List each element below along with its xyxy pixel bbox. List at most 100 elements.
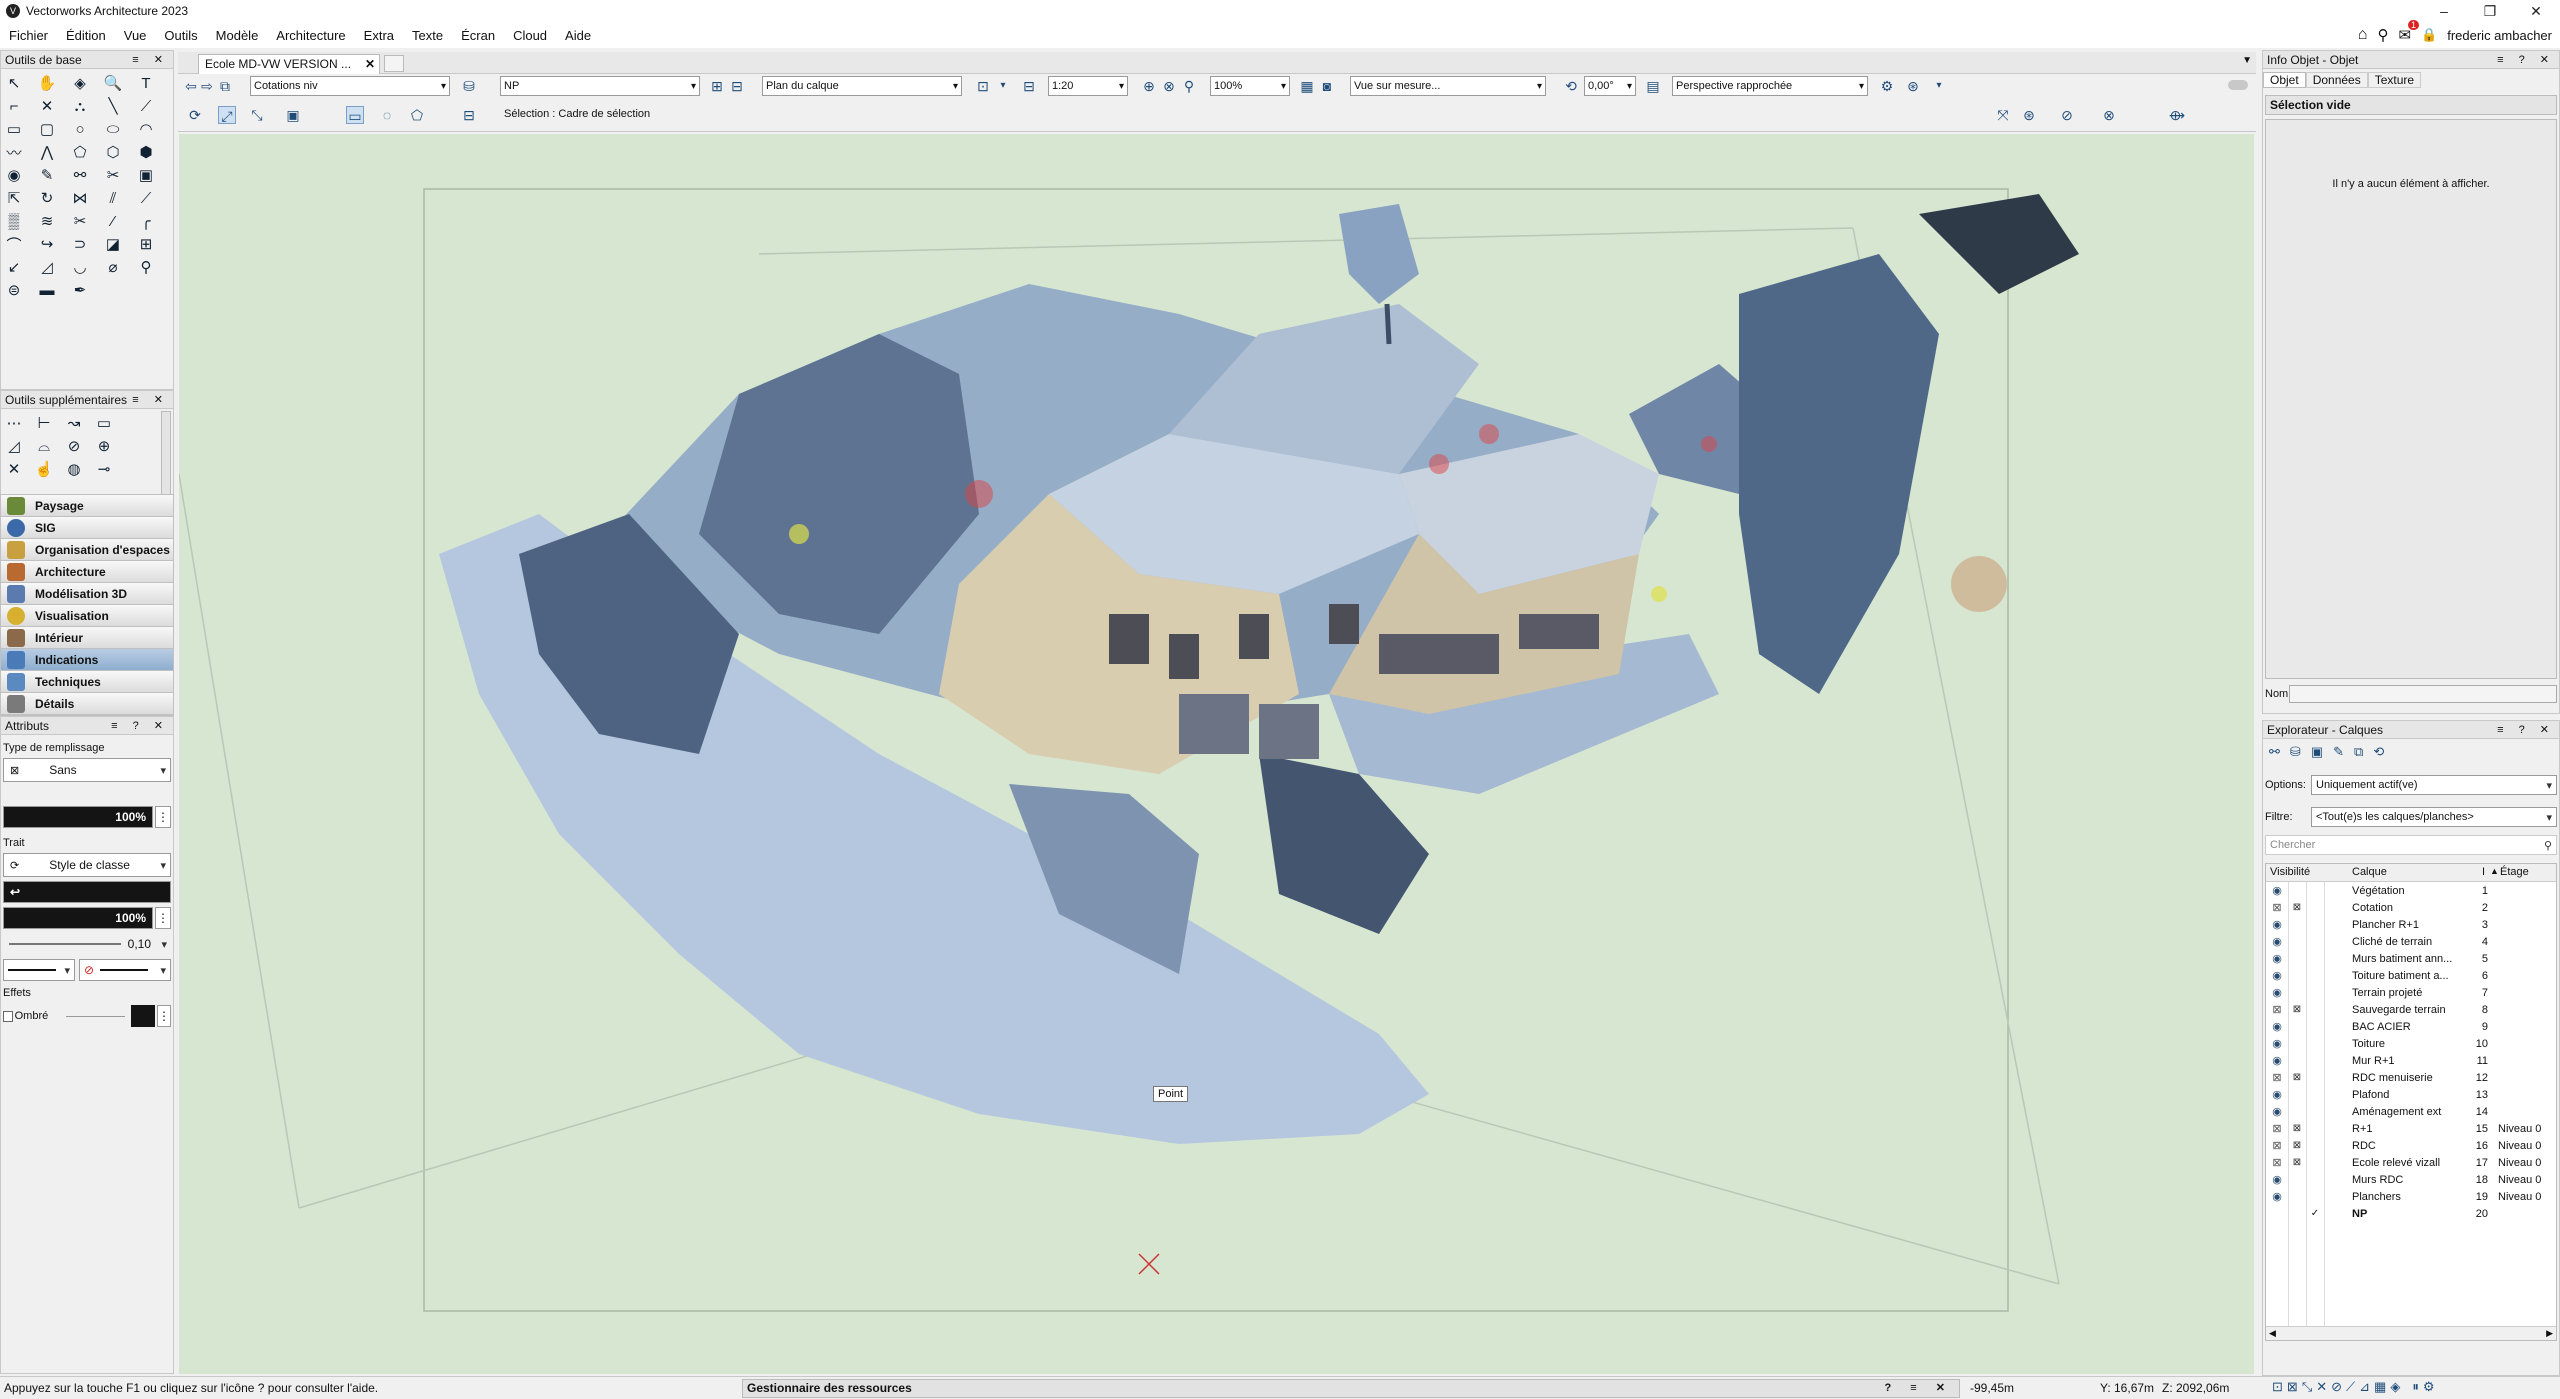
split-tool-icon[interactable]: ⁄ xyxy=(102,211,124,231)
palette-organisation[interactable]: Organisation d'espaces xyxy=(1,539,173,561)
eye-icon[interactable]: ◉ xyxy=(2266,1037,2288,1050)
snap-distance-icon[interactable]: ⊿ xyxy=(2359,1379,2370,1395)
arrowhead-select[interactable]: ⊘ xyxy=(79,959,171,981)
layer-row[interactable]: ✓ NP 20 xyxy=(2266,1205,2556,1222)
layer-row[interactable]: ◉ Terrain projeté 7 xyxy=(2266,984,2556,1001)
new-layer-icon[interactable]: ⚯ xyxy=(2269,744,2280,760)
snap-object-icon[interactable]: ⊛ xyxy=(2020,106,2038,124)
standard-views-icon[interactable]: ▦ xyxy=(1298,77,1316,95)
world-tool-icon[interactable]: ◍ xyxy=(63,459,85,479)
shape-tool-icon[interactable]: ◪ xyxy=(102,234,124,254)
target-tool-icon[interactable]: ⊕ xyxy=(93,436,115,456)
clip-tool-icon[interactable]: ✂ xyxy=(102,165,124,185)
palette-sig[interactable]: SIG xyxy=(1,517,173,539)
tape-measure-tool-icon[interactable]: ◿ xyxy=(36,257,58,277)
class-options-icon[interactable]: ⧉ xyxy=(216,77,234,95)
projection-select[interactable]: Perspective rapprochée xyxy=(1672,76,1868,96)
sheet-tool-icon[interactable]: ▬ xyxy=(36,280,58,300)
select-mode-4-icon[interactable]: ▣ xyxy=(284,106,302,124)
scale-icon[interactable]: ⊟ xyxy=(1020,77,1038,95)
flyover-tool-icon[interactable]: ◈ xyxy=(69,73,91,93)
col-visibility[interactable]: Visibilité xyxy=(2270,866,2310,878)
snap-edge-icon[interactable]: ⊘ xyxy=(2331,1379,2342,1395)
grayed-icon[interactable]: ⊠ xyxy=(2266,1156,2288,1169)
reshape-tool-icon[interactable]: ≋ xyxy=(36,211,58,231)
attribute-tool-icon[interactable]: ⚯ xyxy=(69,165,91,185)
sheet-icon[interactable]: ▣ xyxy=(2311,744,2323,760)
grayed-icon[interactable]: ⊠ xyxy=(2266,1139,2288,1152)
home-icon[interactable]: ⌂ xyxy=(2358,26,2368,44)
eye-icon[interactable]: ◉ xyxy=(2266,935,2288,948)
palette-indications[interactable]: Indications xyxy=(1,649,173,671)
close-tab-icon[interactable]: ✕ xyxy=(365,55,375,73)
lighting-icon[interactable]: ⚙ xyxy=(1878,77,1896,95)
snap-intersection-icon[interactable]: ⤡ xyxy=(2302,1379,2312,1395)
marker-tool-icon[interactable]: ✒ xyxy=(69,280,91,300)
layer-row[interactable]: ◉ Toiture 10 xyxy=(2266,1035,2556,1052)
menu-cloud[interactable]: Cloud xyxy=(504,28,556,43)
shadow-color-swatch[interactable] xyxy=(131,1005,156,1027)
view-cube-icon[interactable]: ◙ xyxy=(1318,77,1336,95)
layer-row[interactable]: ⊠ ⊠ RDC menuiserie 12 xyxy=(2266,1069,2556,1086)
layer-plane-select[interactable]: Plan du calque xyxy=(762,76,962,96)
tab-texture[interactable]: Texture xyxy=(2367,72,2422,88)
layer-row[interactable]: ◉ Mur R+1 11 xyxy=(2266,1052,2556,1069)
stack-icon[interactable]: ⛁ xyxy=(2290,744,2301,760)
spiral-tool-icon[interactable]: ◉ xyxy=(3,165,25,185)
eye-icon[interactable]: ◉ xyxy=(2266,918,2288,931)
resource-manager-controls[interactable]: ? ≡ ✕ xyxy=(1885,1380,1953,1397)
scale-field[interactable]: 1:20 xyxy=(1048,76,1128,96)
view-options-icon[interactable]: ▾ xyxy=(1930,77,1948,95)
menu-architecture[interactable]: Architecture xyxy=(267,28,354,43)
palette-architecture[interactable]: Architecture xyxy=(1,561,173,583)
col-floor[interactable]: Étage xyxy=(2500,866,2529,878)
offset-tool-icon[interactable]: ⫽ xyxy=(102,188,124,208)
fillet-tool-icon[interactable]: ⟋ xyxy=(135,188,157,208)
shadow-options-button[interactable]: ⋮ xyxy=(157,1005,172,1027)
fill-options-button[interactable]: ⋮ xyxy=(155,806,171,828)
freehand-tool-icon[interactable]: 〰 xyxy=(3,142,25,162)
filter-select[interactable]: <Tout(e)s les calques/planches> xyxy=(2311,807,2557,827)
grayed-icon[interactable]: ⊠ xyxy=(2266,901,2288,914)
snap-tangent-icon[interactable]: ⟋ xyxy=(2346,1379,2355,1395)
arrow-tool-icon[interactable]: ↙ xyxy=(3,257,25,277)
palette-modelisation-3d[interactable]: Modélisation 3D xyxy=(1,583,173,605)
grayed-icon[interactable]: ⊠ xyxy=(2288,1157,2306,1168)
room-tool-icon[interactable]: ◿ xyxy=(3,436,25,456)
connect-tool-icon[interactable]: ╭ xyxy=(135,211,157,231)
scroll-left-icon[interactable]: ◀ xyxy=(2269,1328,2276,1339)
arc-tool-icon[interactable]: ◠ xyxy=(135,119,157,139)
options-select[interactable]: Uniquement actif(ve) xyxy=(2311,775,2557,795)
eyedropper-tool-icon[interactable]: ✎ xyxy=(36,165,58,185)
grayed-icon[interactable]: ⊠ xyxy=(2288,1123,2306,1134)
grayed-icon[interactable]: ⊠ xyxy=(2266,1003,2288,1016)
menu-texte[interactable]: Texte xyxy=(403,28,452,43)
callout-tool-icon[interactable]: ⌐ xyxy=(3,96,25,116)
extra-tools-scrollbar[interactable] xyxy=(161,411,171,495)
layer-row[interactable]: ◉ Murs RDC 18 Niveau 0 xyxy=(2266,1171,2556,1188)
view-select[interactable]: Vue sur mesure... xyxy=(1350,76,1546,96)
layer-plane-icon[interactable]: ⊞ xyxy=(708,77,726,95)
line-weight-field[interactable]: 0,10 xyxy=(3,933,171,955)
projection-icon[interactable]: ▤ xyxy=(1644,77,1662,95)
menu-outils[interactable]: Outils xyxy=(155,28,206,43)
eye-icon[interactable]: ◉ xyxy=(2266,952,2288,965)
zoom-selection-icon[interactable]: ⊗ xyxy=(1160,77,1178,95)
menu-vue[interactable]: Vue xyxy=(115,28,156,43)
snap-intersect-icon[interactable]: ⊗ xyxy=(2100,106,2118,124)
polygon-tool-icon[interactable]: ⬠ xyxy=(69,142,91,162)
layer-row[interactable]: ◉ Toiture batiment a... 6 xyxy=(2266,967,2556,984)
refresh-icon[interactable]: ⟲ xyxy=(2373,744,2384,760)
panel-controls[interactable]: ≡ ? ✕ xyxy=(2497,721,2555,739)
trim-tool-icon[interactable]: ✂ xyxy=(69,211,91,231)
search-icon[interactable]: ⚲ xyxy=(2377,26,2388,44)
palette-interieur[interactable]: Intérieur xyxy=(1,627,173,649)
text-tool-icon[interactable]: T xyxy=(135,73,157,93)
duplicate-icon[interactable]: ⧉ xyxy=(2354,744,2363,760)
viewbar-toggle[interactable] xyxy=(2228,80,2248,90)
hatch-tool-icon[interactable]: ▒ xyxy=(3,211,25,231)
layer-row[interactable]: ◉ Cliché de terrain 4 xyxy=(2266,933,2556,950)
layer-row[interactable]: ⊠ ⊠ R+1 15 Niveau 0 xyxy=(2266,1120,2556,1137)
panel-controls[interactable]: ≡ ✕ xyxy=(132,51,169,69)
grayed-icon[interactable]: ⊠ xyxy=(2266,1071,2288,1084)
